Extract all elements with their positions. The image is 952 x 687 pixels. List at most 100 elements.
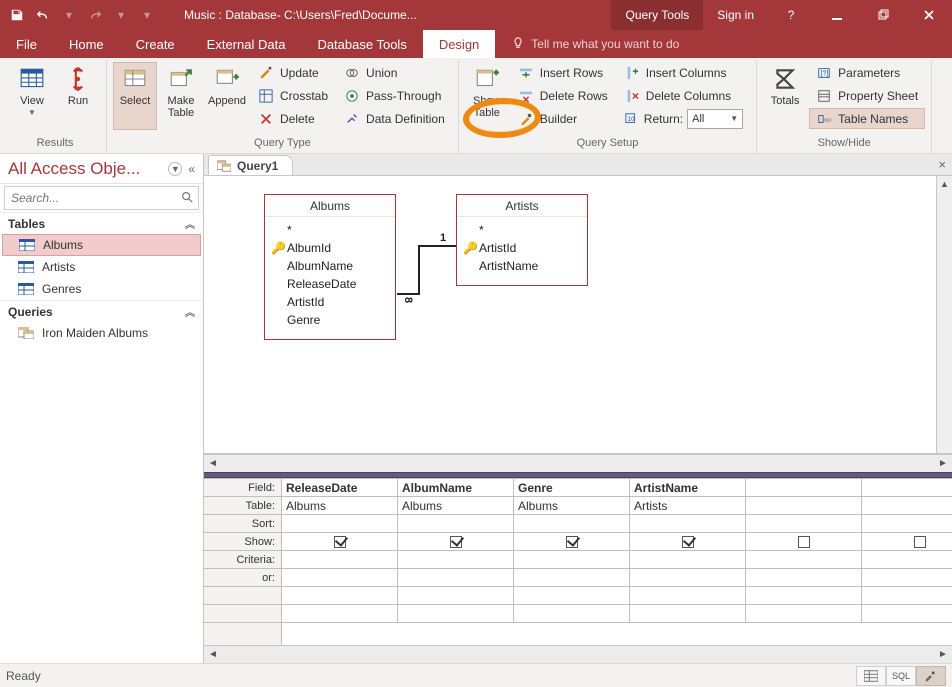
qbe-cell[interactable] [630, 605, 746, 623]
qbe-cell[interactable]: Albums [282, 497, 398, 515]
qbe-cell[interactable] [398, 569, 514, 587]
view-sql-icon[interactable]: SQL [886, 666, 916, 686]
qbe-cell[interactable] [862, 479, 952, 497]
restore-icon[interactable] [860, 0, 906, 30]
passthrough-button[interactable]: Pass-Through [337, 85, 452, 106]
close-icon[interactable] [906, 0, 952, 30]
qbe-cell[interactable] [746, 515, 862, 533]
view-design-icon[interactable] [916, 666, 946, 686]
qbe-cell[interactable] [746, 569, 862, 587]
qbe-cell[interactable] [630, 587, 746, 605]
scroll-right-icon[interactable]: ► [934, 649, 952, 660]
qbe-cell[interactable] [746, 479, 862, 497]
qbe-cell[interactable] [862, 515, 952, 533]
navitem-genres[interactable]: Genres [0, 278, 203, 300]
field[interactable]: ArtistName [479, 259, 538, 273]
show-table-button[interactable]: Show Table [465, 62, 509, 130]
qbe-cell[interactable] [746, 605, 862, 623]
qbe-cell[interactable] [282, 551, 398, 569]
scroll-right-icon[interactable]: ► [934, 458, 952, 469]
scroll-left-icon[interactable]: ◄ [204, 458, 222, 469]
qbe-cell[interactable]: ReleaseDate [282, 479, 398, 497]
view-button[interactable]: View ▼ [10, 62, 54, 130]
make-table-button[interactable]: Make Table [159, 62, 203, 130]
navpane-header[interactable]: All Access Obje... ▼ « [0, 154, 203, 184]
minimize-icon[interactable] [814, 0, 860, 30]
qbe-hscroll[interactable]: ◄ ► [204, 645, 952, 663]
navpane-collapse-icon[interactable]: « [188, 162, 195, 176]
field[interactable]: ArtistId [479, 241, 516, 255]
undo-dropdown-icon[interactable]: ▾ [58, 4, 80, 26]
qbe-cell[interactable] [514, 587, 630, 605]
qbe-cell[interactable] [862, 605, 952, 623]
field[interactable]: ReleaseDate [287, 277, 356, 291]
qbe-cell[interactable] [862, 587, 952, 605]
qbe-cell[interactable] [398, 587, 514, 605]
show-checkbox[interactable] [682, 536, 694, 548]
save-icon[interactable] [6, 4, 28, 26]
view-datasheet-icon[interactable] [856, 666, 886, 686]
update-button[interactable]: Update [251, 62, 335, 83]
document-close-icon[interactable]: × [938, 157, 946, 172]
navgroup-tables[interactable]: Tables ︽ [0, 212, 203, 234]
qbe-cell[interactable]: Genre [514, 479, 630, 497]
field[interactable]: ArtistId [287, 295, 324, 309]
show-checkbox[interactable] [334, 536, 346, 548]
data-definition-button[interactable]: Data Definition [337, 108, 452, 129]
qbe-cell[interactable] [746, 587, 862, 605]
qbe-cell[interactable] [514, 569, 630, 587]
qbe-cell[interactable] [282, 569, 398, 587]
qbe-cell[interactable] [746, 551, 862, 569]
signin-button[interactable]: Sign in [703, 0, 768, 30]
tab-home[interactable]: Home [53, 30, 120, 58]
navitem-iron-maiden-albums[interactable]: Iron Maiden Albums [0, 322, 203, 344]
navpane-search-input[interactable] [5, 191, 176, 205]
qbe-cell[interactable] [746, 497, 862, 515]
tablebox-albums[interactable]: Albums * 🔑AlbumId AlbumName ReleaseDate … [264, 194, 396, 340]
qat-customize-icon[interactable]: ▾ [136, 4, 158, 26]
qbe-cell[interactable] [514, 515, 630, 533]
run-button[interactable]: Run [56, 62, 100, 130]
search-icon[interactable] [176, 190, 198, 207]
field[interactable]: Genre [287, 313, 320, 327]
qbe-cell[interactable] [862, 569, 952, 587]
field[interactable]: AlbumId [287, 241, 331, 255]
qbe-cell[interactable]: Albums [398, 497, 514, 515]
tab-file[interactable]: File [0, 30, 53, 58]
return-dropdown[interactable]: All ▼ [687, 109, 743, 129]
qbe-cell[interactable] [282, 533, 398, 551]
document-tab-query1[interactable]: Query1 [208, 155, 293, 175]
navgroup-queries[interactable]: Queries ︽ [0, 300, 203, 322]
qbe-cell[interactable]: Albums [514, 497, 630, 515]
delete-columns-button[interactable]: Delete Columns [617, 85, 750, 106]
delete-rows-button[interactable]: Delete Rows [511, 85, 615, 106]
field[interactable]: AlbumName [287, 259, 353, 273]
qbe-cell[interactable] [630, 569, 746, 587]
select-button[interactable]: Select [113, 62, 157, 130]
qbe-cell[interactable] [862, 551, 952, 569]
qbe-cell[interactable] [630, 551, 746, 569]
qbe-cell[interactable] [398, 605, 514, 623]
field-star[interactable]: * [287, 223, 292, 237]
qbe-cell[interactable] [282, 587, 398, 605]
show-checkbox[interactable] [914, 536, 926, 548]
qbe-cell[interactable]: AlbumName [398, 479, 514, 497]
qbe-cell[interactable] [398, 551, 514, 569]
navpane-search[interactable] [4, 186, 199, 210]
totals-button[interactable]: Totals [763, 62, 807, 130]
append-button[interactable]: Append [205, 62, 249, 130]
redo-icon[interactable] [84, 4, 106, 26]
builder-button[interactable]: Builder [511, 108, 615, 129]
help-icon[interactable]: ? [768, 0, 814, 30]
design-hscroll[interactable]: ◄ ► [204, 454, 952, 472]
union-button[interactable]: Union [337, 62, 452, 83]
qbe-cell[interactable] [514, 533, 630, 551]
qbe-cell[interactable] [630, 533, 746, 551]
design-surface[interactable]: Albums * 🔑AlbumId AlbumName ReleaseDate … [204, 176, 952, 454]
scrollbar-track[interactable] [222, 457, 934, 471]
insert-columns-button[interactable]: Insert Columns [617, 62, 750, 83]
tell-me-field[interactable]: Tell me what you want to do [495, 30, 695, 58]
show-checkbox[interactable] [798, 536, 810, 548]
field-star[interactable]: * [479, 223, 484, 237]
tab-external-data[interactable]: External Data [191, 30, 302, 58]
